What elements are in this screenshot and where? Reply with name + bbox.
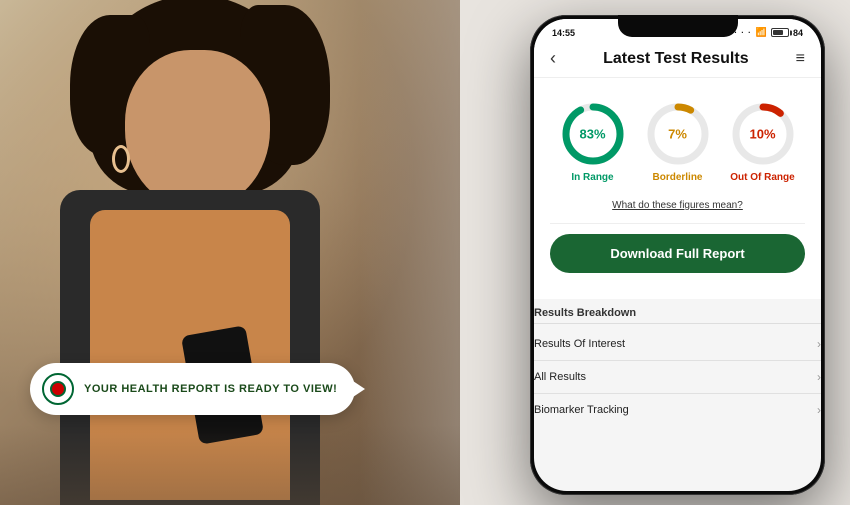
battery-fill <box>773 30 784 35</box>
status-time: 14:55 <box>552 28 575 38</box>
results-breakdown: Results Breakdown Results Of Interest › … <box>534 299 821 434</box>
menu-icon[interactable]: ≡ <box>796 50 805 68</box>
notification-icon <box>42 373 74 405</box>
back-button[interactable]: ‹ <box>550 48 556 69</box>
notification-text: YOUR HEALTH REPORT IS READY TO VIEW! <box>84 383 337 395</box>
breakdown-item-label-2: All Results <box>534 371 586 383</box>
download-button[interactable]: Download Full Report <box>550 234 805 273</box>
battery-icon <box>771 28 789 37</box>
breakdown-item-biomarker-tracking[interactable]: Biomarker Tracking › <box>534 394 821 426</box>
app-header: ‹ Latest Test Results ≡ <box>534 42 821 78</box>
figures-link[interactable]: What do these figures mean? <box>612 200 743 211</box>
chart-borderline: 7% Borderline <box>644 100 712 183</box>
battery-percent: 84 <box>793 28 803 38</box>
chart-borderline-value: 7% <box>668 127 687 142</box>
chevron-icon-1: › <box>817 337 821 351</box>
breakdown-item-results-of-interest[interactable]: Results Of Interest › <box>534 328 821 361</box>
breakdown-title: Results Breakdown <box>534 307 821 319</box>
chevron-icon-3: › <box>817 403 821 417</box>
phone-mockup: 14:55 · · · · 📶 84 ‹ Latest Test Results… <box>530 15 825 495</box>
chart-in-range: 83% In Range <box>559 100 627 183</box>
chart-out-of-range-label: Out Of Range <box>730 172 794 183</box>
chart-in-range-label: In Range <box>571 172 613 183</box>
background-photo <box>0 0 460 505</box>
wifi-icon: 📶 <box>756 27 767 38</box>
notification-badge: YOUR HEALTH REPORT IS READY TO VIEW! <box>30 363 355 415</box>
chart-out-of-range-value: 10% <box>749 127 775 142</box>
chart-in-range-value: 83% <box>579 127 605 142</box>
status-right: · · · · 📶 84 <box>727 27 803 38</box>
breakdown-item-label-3: Biomarker Tracking <box>534 404 629 416</box>
face-shape <box>125 50 270 210</box>
breakdown-item-label-1: Results Of Interest <box>534 338 625 350</box>
record-icon <box>50 381 66 397</box>
donut-out-of-range: 10% <box>729 100 797 168</box>
breakdown-item-all-results[interactable]: All Results › <box>534 361 821 394</box>
phone-notch <box>618 15 738 37</box>
chevron-icon-2: › <box>817 370 821 384</box>
earring <box>112 145 130 173</box>
app-content: 83% In Range 7% Borderline <box>534 78 821 299</box>
figures-link-container: What do these figures mean? <box>550 189 805 224</box>
donut-borderline: 7% <box>644 100 712 168</box>
chart-borderline-label: Borderline <box>652 172 702 183</box>
breakdown-divider <box>534 323 821 324</box>
donut-in-range: 83% <box>559 100 627 168</box>
chart-out-of-range: 10% Out Of Range <box>729 100 797 183</box>
phone-screen: 14:55 · · · · 📶 84 ‹ Latest Test Results… <box>534 19 821 491</box>
page-title: Latest Test Results <box>603 50 749 68</box>
charts-row: 83% In Range 7% Borderline <box>550 90 805 189</box>
